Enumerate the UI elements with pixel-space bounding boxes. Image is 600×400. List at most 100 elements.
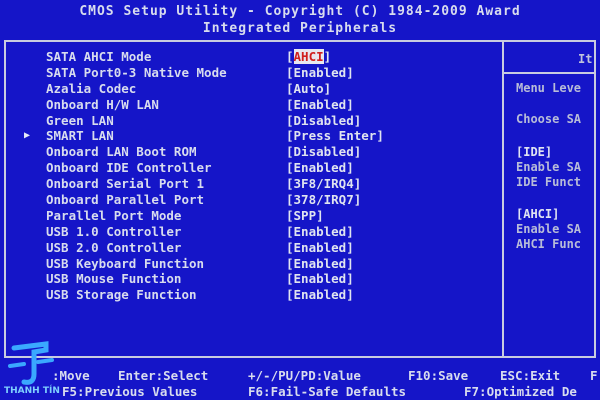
help-ahci-tag: [AHCI] [516,207,560,221]
value-bracket-open: [ [286,64,294,80]
value-bracket-close: ] [346,223,354,239]
value-text: Enabled [293,160,347,176]
value-bracket-close: ] [346,255,354,271]
key-f7: F7:Optimized De [464,384,577,399]
header-title: CMOS Setup Utility - Copyright (C) 1984-… [79,4,521,19]
submenu-arrow-icon: ▶ [24,130,31,142]
value-bracket-close: ] [346,239,354,255]
value-bracket-open: [ [286,80,294,96]
value-text: Enabled [293,96,347,112]
key-help: F [590,368,598,383]
setting-value[interactable]: [Enabled] [286,271,354,287]
value-bracket-close: ] [323,80,332,96]
value-bracket-open: [ [286,271,294,287]
header-subtitle: Integrated Peripherals [202,21,398,36]
value-bracket-open: [ [286,160,294,176]
setting-label: USB Mouse Function [46,271,182,287]
setting-value[interactable]: [Auto] [286,81,331,97]
key-move: :Move [52,368,90,383]
help-ahci-line1: Enable SA [516,222,582,236]
value-bracket-open: [ [286,223,294,239]
value-bracket-close: ] [323,49,332,64]
setting-value[interactable]: [Enabled] [286,224,354,240]
key-f5: F5:Previous Values [62,384,198,399]
value-bracket-close: ] [316,207,324,223]
key-enter-select: Enter:Select [118,368,209,383]
setting-value[interactable]: [AHCI] [286,49,331,65]
value-text: Enabled [293,239,347,255]
setting-label: Parallel Port Mode [46,207,182,223]
setting-value[interactable]: [Disabled] [286,113,361,129]
value-bracket-open: [ [286,49,294,64]
help-ide-line2: IDE Funct [516,175,582,189]
setting-label: Onboard LAN Boot ROM [46,144,197,160]
value-bracket-close: ] [346,64,354,80]
value-text: 378/IRQ7 [293,192,354,208]
value-bracket-close: ] [346,287,354,303]
value-bracket-close: ] [353,112,362,128]
value-bracket-close: ] [346,96,354,112]
value-bracket-open: [ [286,239,294,255]
value-text: AHCI [293,49,324,64]
value-bracket-close: ] [353,176,362,192]
setting-label: SATA Port0-3 Native Mode [46,64,227,80]
setting-value[interactable]: [SPP] [286,208,324,224]
watermark-text: THANH TÍN [4,386,60,396]
value-bracket-open: [ [286,128,294,144]
value-text: Auto [293,80,324,96]
setting-label: Onboard IDE Controller [46,160,212,176]
help-ide-line1: Enable SA [516,160,582,174]
key-value: +/-/PU/PD:Value [248,368,361,383]
value-text: 3F8/IRQ4 [293,176,354,192]
setting-value[interactable]: [Enabled] [286,287,354,303]
value-text: Enabled [293,287,347,303]
setting-label: USB 2.0 Controller [46,239,182,255]
value-text: Enabled [293,255,347,271]
setting-label: USB Keyboard Function [46,255,205,271]
setting-label: USB Storage Function [46,287,197,303]
value-bracket-open: [ [286,96,294,112]
setting-label: Green LAN [46,112,114,128]
value-bracket-open: [ [286,287,294,303]
setting-value[interactable]: [Enabled] [286,240,354,256]
value-text: Disabled [293,112,354,128]
setting-value[interactable]: [Enabled] [286,65,354,81]
setting-value[interactable]: [378/IRQ7] [286,192,361,208]
setting-value[interactable]: [Enabled] [286,160,354,176]
setting-label: SATA AHCI Mode [46,49,152,64]
value-bracket-close: ] [376,128,384,144]
value-bracket-open: [ [286,144,294,160]
setting-value[interactable]: [Enabled] [286,97,354,113]
value-text: Enabled [293,223,347,239]
help-ide-tag: [IDE] [516,145,553,159]
value-bracket-open: [ [286,192,294,208]
setting-label: Onboard Parallel Port [46,192,205,208]
setting-value[interactable]: [Enabled] [286,256,354,272]
help-title: It [578,52,593,66]
value-text: Press Enter [293,128,377,144]
setting-label: Onboard Serial Port 1 [46,176,205,192]
value-bracket-open: [ [286,112,294,128]
value-bracket-close: ] [346,160,354,176]
value-text: Disabled [293,144,354,160]
help-menu-level: Menu Leve [516,81,582,95]
key-f10-save: F10:Save [408,368,469,383]
value-text: Enabled [293,64,347,80]
help-ahci-line2: AHCI Func [516,237,582,251]
value-bracket-close: ] [353,144,362,160]
setting-label: SMART LAN [46,128,114,144]
help-choose: Choose SA [516,112,582,126]
key-legend: :Move Enter:Select +/-/PU/PD:Value F10:S… [0,360,600,400]
value-bracket-open: [ [286,255,294,271]
setting-label: Onboard H/W LAN [46,96,159,112]
setting-value[interactable]: [Press Enter] [286,128,384,144]
value-text: Enabled [293,271,347,287]
help-separator [504,72,596,74]
setting-value[interactable]: [3F8/IRQ4] [286,176,361,192]
value-bracket-open: [ [286,176,294,192]
panel-divider [502,40,504,358]
key-esc-exit: ESC:Exit [500,368,561,383]
setting-value[interactable]: [Disabled] [286,144,361,160]
setting-label: USB 1.0 Controller [46,223,182,239]
value-bracket-close: ] [346,271,354,287]
